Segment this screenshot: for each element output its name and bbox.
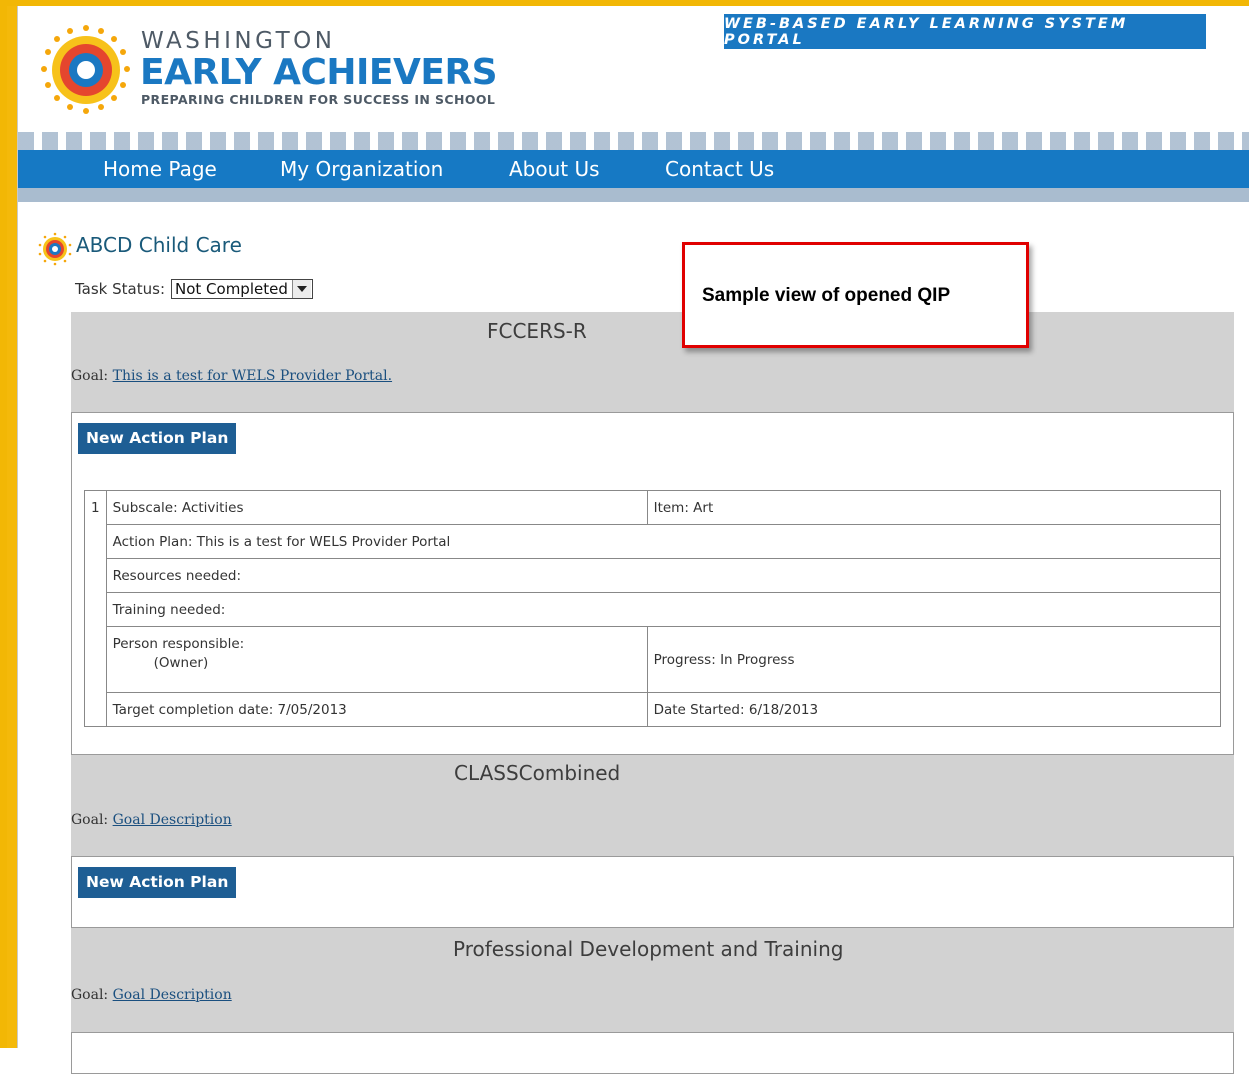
org-sun-icon bbox=[38, 232, 72, 266]
task-status-row: Task Status: Not Completed bbox=[75, 279, 313, 299]
goal-link[interactable]: Goal Description bbox=[113, 812, 232, 828]
table-row: Resources needed: bbox=[85, 558, 1222, 593]
task-status-selected: Not Completed bbox=[175, 280, 288, 298]
nav-underbar bbox=[18, 188, 1249, 202]
section-title: CLASSCombined bbox=[454, 761, 621, 785]
nav-contact-us[interactable]: Contact Us bbox=[665, 150, 774, 188]
task-status-select[interactable]: Not Completed bbox=[171, 279, 313, 299]
goal-label: Goal: bbox=[71, 812, 109, 828]
chevron-down-icon[interactable] bbox=[291, 280, 311, 298]
new-action-plan-button[interactable]: New Action Plan bbox=[78, 423, 237, 454]
section-fccers-r: FCCERS-R Goal: This is a test for WELS P… bbox=[71, 312, 1234, 755]
item-cell: Item: Art bbox=[646, 490, 1222, 525]
nav-home-page[interactable]: Home Page bbox=[103, 150, 217, 188]
goal-row: Goal: Goal Description bbox=[71, 987, 232, 1003]
early-achievers-sun-logo-icon bbox=[41, 25, 130, 114]
brand-washington: WASHINGTON bbox=[141, 28, 336, 54]
table-row: Training needed: bbox=[85, 592, 1222, 627]
date-started-cell: Date Started: 6/18/2013 bbox=[646, 692, 1222, 727]
goal-row: Goal: Goal Description bbox=[71, 812, 232, 828]
table-row: Target completion date: 7/05/2013 Date S… bbox=[85, 692, 1222, 727]
person-cell: Person responsible: (Owner) bbox=[105, 626, 648, 693]
nav-my-organization[interactable]: My Organization bbox=[280, 150, 443, 188]
table-row: Person responsible: (Owner) Progress: In… bbox=[85, 626, 1222, 693]
organization-name: ABCD Child Care bbox=[76, 233, 242, 257]
section-title: Professional Development and Training bbox=[453, 937, 844, 961]
brand-early-achievers: EARLY ACHIEVERS bbox=[140, 52, 498, 93]
resources-cell: Resources needed: bbox=[105, 558, 1222, 593]
goal-link[interactable]: This is a test for WELS Provider Portal. bbox=[113, 368, 392, 384]
section-professional-development: Professional Development and Training Go… bbox=[71, 931, 1234, 1074]
new-action-plan-button[interactable]: New Action Plan bbox=[78, 867, 237, 898]
subscale-cell: Subscale: Activities bbox=[105, 490, 648, 525]
portal-badge: WEB-BASED EARLY LEARNING SYSTEM PORTAL bbox=[724, 14, 1206, 49]
callout-text: Sample view of opened QIP bbox=[702, 285, 951, 306]
section-classcombined: CLASSCombined Goal: Goal Description New… bbox=[71, 755, 1234, 931]
goal-link[interactable]: Goal Description bbox=[113, 987, 232, 1003]
nav-about-us[interactable]: About Us bbox=[509, 150, 600, 188]
table-row: 1 Subscale: Activities Item: Art bbox=[84, 490, 1222, 727]
task-status-label: Task Status: bbox=[75, 280, 165, 298]
table-row: Action Plan: This is a test for WELS Pro… bbox=[85, 524, 1222, 559]
main-nav: Home Page My Organization About Us Conta… bbox=[18, 150, 1249, 188]
action-plan-box: New Action Plan 1 Subscale: Activities I… bbox=[71, 412, 1234, 755]
plan-number: 1 bbox=[84, 490, 107, 727]
goal-row: Goal: This is a test for WELS Provider P… bbox=[71, 368, 392, 384]
decorative-dash-strip bbox=[18, 132, 1249, 150]
goal-label: Goal: bbox=[71, 987, 109, 1003]
annotation-callout: Sample view of opened QIP bbox=[682, 242, 1029, 348]
page-container: WASHINGTON EARLY ACHIEVERS PREPARING CHI… bbox=[17, 6, 1249, 1074]
action-plan-box bbox=[71, 1032, 1234, 1074]
section-title: FCCERS-R bbox=[487, 319, 587, 343]
training-cell: Training needed: bbox=[105, 592, 1222, 627]
target-date-cell: Target completion date: 7/05/2013 bbox=[105, 692, 648, 727]
progress-cell: Progress: In Progress bbox=[646, 626, 1222, 693]
action-plan-box: New Action Plan bbox=[71, 856, 1234, 928]
brand-tagline: PREPARING CHILDREN FOR SUCCESS IN SCHOOL bbox=[141, 92, 496, 107]
goal-label: Goal: bbox=[71, 368, 109, 384]
action-plan-table: 1 Subscale: Activities Item: Art Action … bbox=[84, 490, 1222, 727]
action-plan-cell: Action Plan: This is a test for WELS Pro… bbox=[105, 524, 1222, 559]
